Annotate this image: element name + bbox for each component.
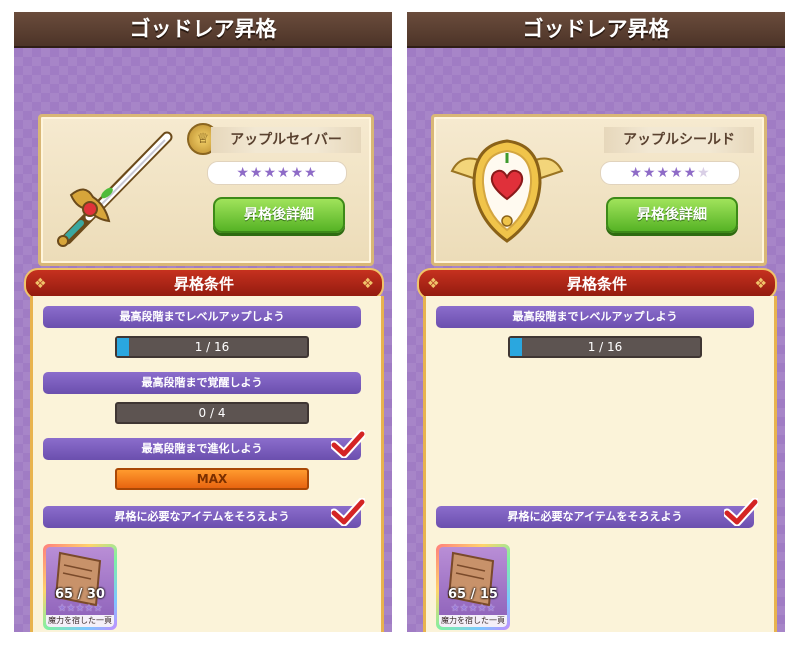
condition-label: 最高段階まで進化しよう — [141, 442, 263, 455]
awaken-progress-bar: 0 / 4 — [115, 402, 309, 424]
ornament-icon: ❖ — [754, 276, 767, 292]
progress-fill — [510, 338, 522, 356]
promotion-panel-sword: ゴッドレア昇格 ♕ アップルセイバー ★★★★★★ 昇格後詳細 ❖ 昇格条件 ❖ — [14, 12, 392, 632]
check-icon — [331, 498, 365, 526]
material-stars: ★★★★★ — [450, 603, 496, 614]
rarity-stars: ★★★★★★ — [207, 161, 347, 185]
ornament-icon: ❖ — [427, 276, 440, 292]
item-card: ♕ アップルセイバー ★★★★★★ 昇格後詳細 — [38, 114, 374, 266]
condition-label: 最高段階までレベルアップしよう — [512, 310, 678, 323]
ornament-icon: ❖ — [34, 276, 47, 292]
condition-level-up-title: 最高段階までレベルアップしよう — [436, 306, 754, 328]
condition-items-title: 昇格に必要なアイテムをそろえよう — [43, 498, 365, 528]
condition-label: 最高段階までレベルアップしよう — [119, 310, 285, 323]
material-item[interactable]: 65 / 15 ★★★★★ 魔力を宿した一頁 — [436, 544, 510, 630]
star-icon: ★ — [277, 165, 291, 181]
evolve-progress-bar: MAX — [115, 468, 309, 490]
conditions-list: 最高段階までレベルアップしよう 1 / 16 昇格に必要なアイテムをそろえよう … — [423, 296, 777, 632]
material-count: 65 / 30 — [55, 587, 105, 602]
star-icon: ★ — [263, 165, 277, 181]
condition-awaken-title: 最高段階まで覚醒しよう — [43, 372, 361, 394]
condition-evolve-title: 最高段階まで進化しよう — [43, 430, 365, 460]
star-icon: ★ — [290, 165, 305, 181]
level-progress-bar: 1 / 16 — [115, 336, 309, 358]
progress-fill — [117, 338, 129, 356]
star-icon: ★ — [670, 165, 684, 181]
star-icon: ★ — [683, 165, 698, 181]
condition-items-title: 昇格に必要なアイテムをそろえよう — [436, 498, 758, 528]
condition-level-up-title: 最高段階までレベルアップしよう — [43, 306, 361, 328]
star-icon: ★ — [304, 165, 318, 181]
progress-text: 1 / 16 — [194, 340, 230, 354]
item-name: アップルシールド — [604, 127, 754, 153]
condition-label: 昇格に必要なアイテムをそろえよう — [114, 510, 290, 523]
panel-title: ゴッドレア昇格 — [14, 12, 392, 48]
star-icon: ★ — [642, 165, 657, 181]
condition-label: 最高段階まで覚醒しよう — [141, 376, 263, 389]
promotion-panel-shield: ゴッドレア昇格 アップルシールド ★★★★★★ 昇格後詳細 ❖ 昇格条件 ❖ 最… — [407, 12, 785, 632]
conditions-header-label: 昇格条件 — [566, 275, 627, 293]
conditions-header-label: 昇格条件 — [173, 275, 234, 293]
promotion-detail-button[interactable]: 昇格後詳細 — [213, 197, 345, 233]
magic-page-icon: 65 / 15 ★★★★★ 魔力を宿した一頁 — [439, 547, 507, 627]
check-icon — [331, 430, 365, 458]
sword-icon — [49, 123, 179, 253]
item-card: アップルシールド ★★★★★★ 昇格後詳細 — [431, 114, 767, 266]
star-icon: ★ — [629, 165, 643, 181]
material-item[interactable]: 65 / 30 ★★★★★ 魔力を宿した一頁 — [43, 544, 117, 630]
ornament-icon: ❖ — [361, 276, 374, 292]
material-count: 65 / 15 — [448, 587, 498, 602]
shield-icon — [442, 123, 572, 253]
progress-text: 0 / 4 — [198, 406, 226, 420]
material-stars: ★★★★★ — [57, 603, 103, 614]
conditions-list: 最高段階までレベルアップしよう 1 / 16 最高段階まで覚醒しよう 0 / 4… — [30, 296, 384, 632]
condition-label: 昇格に必要なアイテムをそろえよう — [507, 510, 683, 523]
material-name: 魔力を宿した一頁 — [439, 615, 507, 627]
star-empty-icon: ★ — [697, 165, 711, 181]
rarity-stars: ★★★★★★ — [600, 161, 740, 185]
check-icon — [724, 498, 758, 526]
star-icon: ★ — [249, 165, 264, 181]
panel-title: ゴッドレア昇格 — [407, 12, 785, 48]
star-icon: ★ — [656, 165, 670, 181]
level-progress-bar: 1 / 16 — [508, 336, 702, 358]
promotion-detail-button[interactable]: 昇格後詳細 — [606, 197, 738, 233]
magic-page-icon: 65 / 30 ★★★★★ 魔力を宿した一頁 — [46, 547, 114, 627]
material-name: 魔力を宿した一頁 — [46, 615, 114, 627]
item-name: アップルセイバー — [211, 127, 361, 153]
star-icon: ★ — [236, 165, 250, 181]
progress-text: 1 / 16 — [587, 340, 623, 354]
